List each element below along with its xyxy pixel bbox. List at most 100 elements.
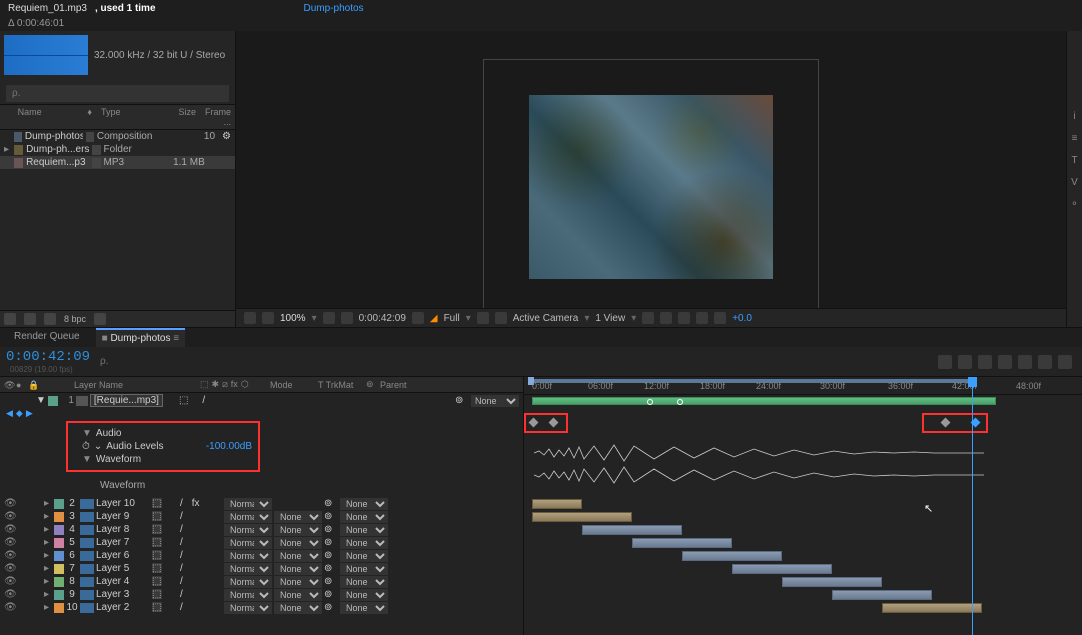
crop-icon[interactable] xyxy=(341,312,353,324)
fx-switch[interactable]: ⬚ xyxy=(152,550,162,560)
layer-row[interactable]: 👁 ▸ 7 Layer 5 ⬚/ Normal None ⊚ None xyxy=(0,562,523,575)
prev-key-icon[interactable]: ◀ xyxy=(6,408,13,419)
timeline-search-input[interactable] xyxy=(100,356,300,367)
parent-pick-icon[interactable]: ⊚ xyxy=(324,602,338,613)
fx-switch[interactable]: ⬚ xyxy=(152,524,162,534)
file-row[interactable]: Dump-photos Composition 10 ⚙ xyxy=(0,130,235,143)
add-key-icon[interactable]: ◆ xyxy=(16,408,23,419)
layer-duration-bar[interactable] xyxy=(632,538,732,548)
parent-pick-icon[interactable]: ⊚ xyxy=(324,576,338,587)
col-frame[interactable]: Frame ... xyxy=(196,107,231,127)
fx-switch[interactable]: ⬚ xyxy=(152,602,162,612)
preview-image[interactable] xyxy=(529,95,773,279)
fx-switch[interactable]: ⬚ xyxy=(152,563,162,573)
trkmat-dropdown[interactable]: None xyxy=(274,589,322,601)
visibility-toggle[interactable]: 👁 xyxy=(4,576,14,587)
mode-dropdown[interactable]: Normal xyxy=(224,511,272,523)
mode-dropdown[interactable]: Normal xyxy=(224,589,272,601)
side-icon-2[interactable]: ≡ xyxy=(1069,133,1081,145)
layer-row[interactable]: 👁 ▸ 2 Layer 10 ⬚/fx Normal ⊚ None xyxy=(0,497,523,510)
twirl-icon[interactable]: ▸ xyxy=(44,602,52,613)
parent-pick-icon[interactable]: ⊚ xyxy=(324,589,338,600)
transparency-icon[interactable] xyxy=(477,312,489,324)
file-row[interactable]: ▸ Dump-ph...ers Folder xyxy=(0,143,235,156)
audio-layer-bar[interactable] xyxy=(532,397,996,405)
project-column-headers[interactable]: Name ♦ Type Size Frame ... xyxy=(0,104,235,130)
project-search-input[interactable] xyxy=(6,85,229,102)
mode-dropdown[interactable]: Normal xyxy=(224,576,272,588)
layer-duration-bar[interactable] xyxy=(532,499,582,509)
mode-dropdown[interactable]: Normal xyxy=(224,602,272,614)
label-color[interactable] xyxy=(54,603,64,613)
time-ruler[interactable]: 0:00f06:00f12:00f18:00f24:00f30:00f36:00… xyxy=(524,377,1082,395)
trkmat-dropdown[interactable]: None xyxy=(274,563,322,575)
trkmat-dropdown[interactable]: None xyxy=(274,511,322,523)
label-color[interactable] xyxy=(54,512,64,522)
twirl-icon[interactable]: ▸ xyxy=(44,563,52,574)
layer-name[interactable]: Layer 9 xyxy=(96,511,150,522)
col-type[interactable]: Type xyxy=(101,107,157,127)
parent-dropdown[interactable]: None xyxy=(340,511,388,523)
layer-name[interactable]: Layer 5 xyxy=(96,563,150,574)
layer-row[interactable]: 👁 ▸ 10 Layer 2 ⬚/ Normal None ⊚ None xyxy=(0,601,523,614)
layer-row[interactable]: 👁 ▸ 6 Layer 6 ⬚/ Normal None ⊚ None xyxy=(0,549,523,562)
twirl-icon[interactable]: ▸ xyxy=(44,537,52,548)
viewer-timecode[interactable]: 0:00:42:09 xyxy=(359,313,406,324)
layer-name[interactable]: Layer 6 xyxy=(96,550,150,561)
3d-icon[interactable] xyxy=(495,312,507,324)
layer-duration-bar[interactable] xyxy=(682,551,782,561)
side-icon-4[interactable]: V xyxy=(1069,177,1081,189)
audio-levels-value[interactable]: -100.00dB xyxy=(206,441,252,452)
fx-switch[interactable]: ⬚ xyxy=(152,498,162,508)
label-color[interactable] xyxy=(54,499,64,509)
layer-row-audio[interactable]: ▼ 1 [Requie...mp3] ⬚ / ⊚ None xyxy=(0,393,523,408)
tab-comp[interactable]: ■ Dump-photos ≡ xyxy=(96,328,185,347)
trash-icon[interactable] xyxy=(94,313,106,325)
layer-duration-bar[interactable] xyxy=(582,525,682,535)
parent-pick-icon[interactable]: ⊚ xyxy=(324,498,338,509)
vf-icon-d[interactable] xyxy=(696,312,708,324)
layer-duration-bar[interactable] xyxy=(832,590,932,600)
views-dropdown[interactable]: 1 View xyxy=(595,313,625,324)
layer-row[interactable]: 👁 ▸ 3 Layer 9 ⬚/ Normal None ⊚ None xyxy=(0,510,523,523)
fx-switch[interactable]: ⬚ xyxy=(152,537,162,547)
col-name[interactable]: Name xyxy=(18,107,88,127)
zoom-value[interactable]: 100% xyxy=(280,313,306,324)
visibility-toggle[interactable]: 👁 xyxy=(4,550,14,561)
side-icon-1[interactable]: i xyxy=(1069,111,1081,123)
layer-name[interactable]: Layer 8 xyxy=(96,524,150,535)
snapshot-icon[interactable] xyxy=(412,312,424,324)
parent-dropdown[interactable]: None xyxy=(340,563,388,575)
parent-dropdown[interactable]: None xyxy=(340,550,388,562)
layer-row[interactable]: 👁 ▸ 5 Layer 7 ⬚/ Normal None ⊚ None xyxy=(0,536,523,549)
tab-render-queue[interactable]: Render Queue xyxy=(8,328,86,347)
mode-dropdown[interactable]: Normal xyxy=(224,563,272,575)
layer-name[interactable]: Layer 2 xyxy=(96,602,150,613)
visibility-toggle[interactable]: 👁 xyxy=(4,589,14,600)
twirl-icon[interactable]: ▸ xyxy=(44,550,52,561)
label-color[interactable] xyxy=(54,577,64,587)
col-size[interactable]: Size xyxy=(157,107,196,127)
audio-layer-name[interactable]: [Requie...mp3] xyxy=(90,394,163,407)
twirl-icon[interactable]: ▸ xyxy=(44,511,52,522)
waveform-twirl-label[interactable]: Waveform xyxy=(96,454,141,465)
fx-switch[interactable]: ⬚ xyxy=(152,511,162,521)
parent-dropdown[interactable]: None xyxy=(340,498,388,510)
camera-dropdown[interactable]: Active Camera xyxy=(513,313,579,324)
current-timecode[interactable]: 0:00:42:09 xyxy=(6,349,90,365)
trkmat-dropdown[interactable]: None xyxy=(274,576,322,588)
tc-icon-5[interactable] xyxy=(1018,355,1032,369)
vf-icon-c[interactable] xyxy=(678,312,690,324)
tc-icon-1[interactable] xyxy=(938,355,952,369)
layer-row[interactable]: 👁 ▸ 9 Layer 3 ⬚/ Normal None ⊚ None xyxy=(0,588,523,601)
parent-dropdown[interactable]: None xyxy=(340,537,388,549)
label-color[interactable] xyxy=(54,551,64,561)
next-key-icon[interactable]: ▶ xyxy=(26,408,33,419)
fx-switch[interactable]: ⬚ xyxy=(152,589,162,599)
label-color[interactable] xyxy=(54,564,64,574)
label-color[interactable] xyxy=(54,590,64,600)
parent-dropdown[interactable]: None xyxy=(340,576,388,588)
visibility-toggle[interactable]: 👁 xyxy=(4,498,14,509)
twirl-icon[interactable]: ▸ xyxy=(44,589,52,600)
layer-duration-bar[interactable] xyxy=(782,577,882,587)
